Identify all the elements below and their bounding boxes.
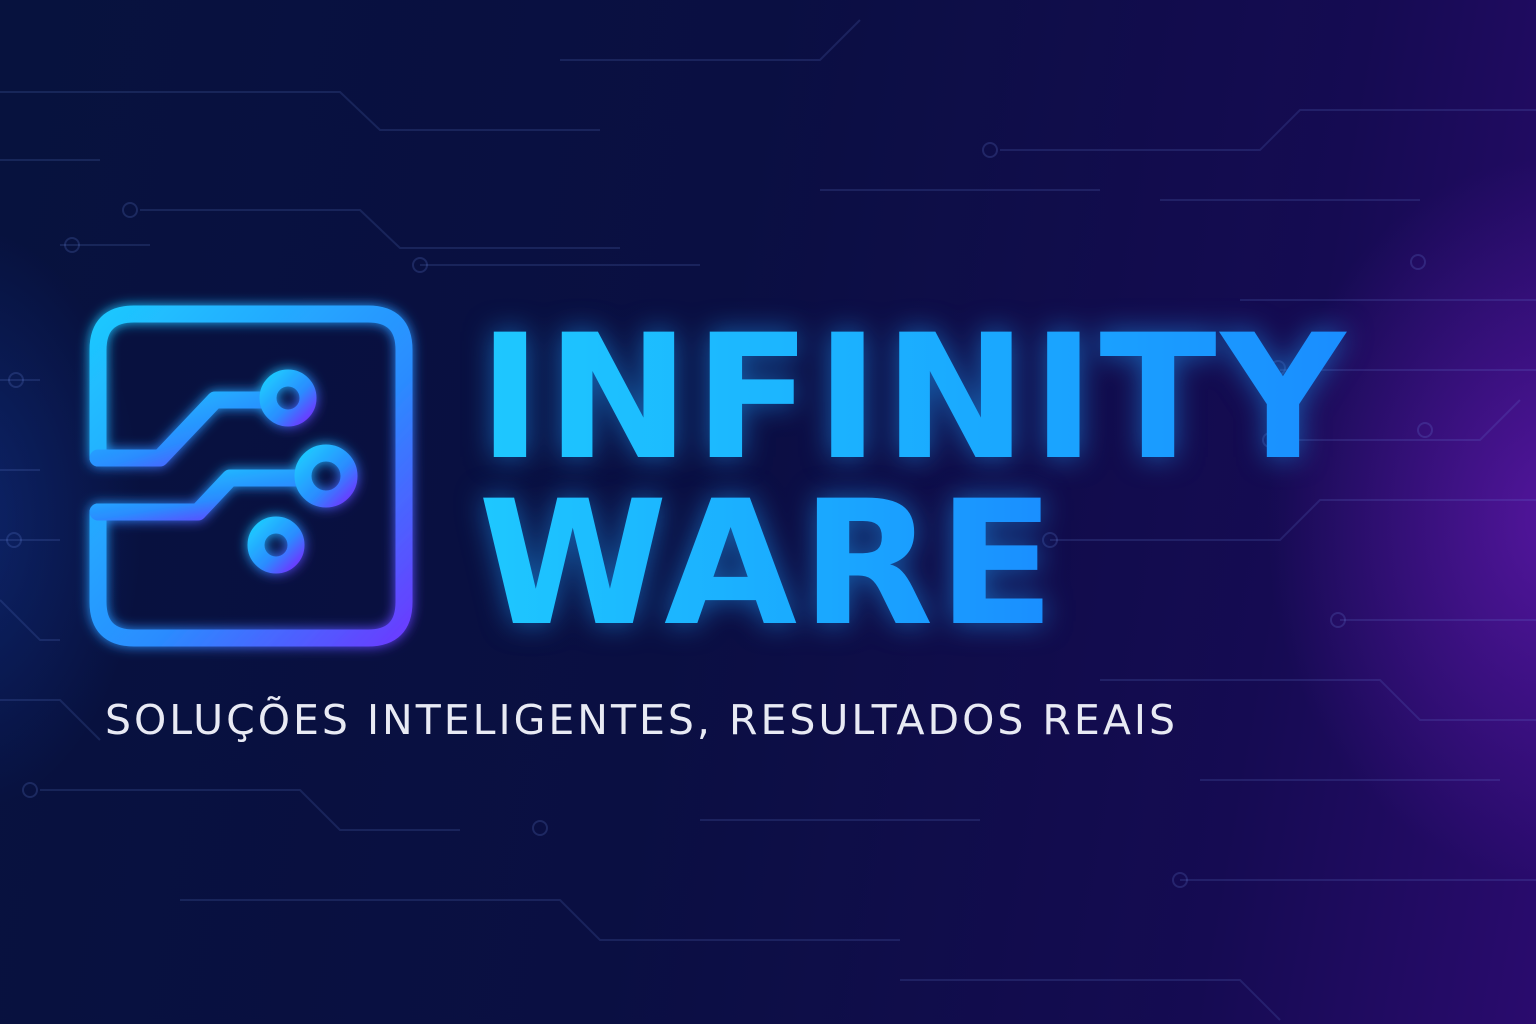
circuit-board-icon	[89, 305, 413, 647]
brand-name-line-1: INFINITY	[478, 297, 1350, 498]
brand-name-line-2: WARE	[478, 463, 1060, 664]
tagline: SOLUÇÕES INTELIGENTES, RESULTADOS REAIS	[105, 696, 1178, 744]
